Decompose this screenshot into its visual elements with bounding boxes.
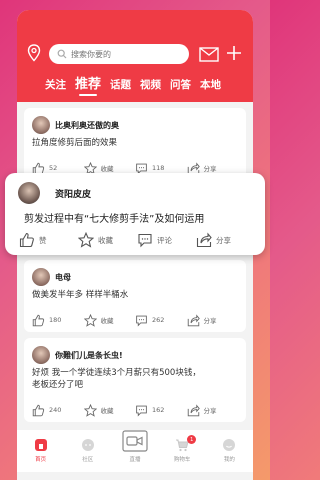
comment-count: 118 <box>152 164 165 172</box>
favorite-label: 收藏 <box>98 235 113 245</box>
share-label: 分享 <box>216 235 231 245</box>
avatar[interactable] <box>32 268 50 286</box>
post-text: 剪发过程中有“七大修剪手法”及如何运用 <box>24 214 205 225</box>
avatar[interactable] <box>18 182 40 204</box>
bottom-nav: 首页 社区 直播 1 购物车 我的 <box>17 430 253 472</box>
post-card[interactable]: 比奥利奥还傲的奥 拉角度修剪后面的效果 52 收藏 118 分享 <box>24 108 246 180</box>
tab-topic[interactable]: 话题 <box>110 77 131 96</box>
profile-icon <box>223 439 236 451</box>
like-button[interactable]: 赞 <box>19 231 78 249</box>
nav-profile-label: 我的 <box>223 457 235 463</box>
tab-recommend[interactable]: 推荐 <box>75 73 101 96</box>
post-text: 做美发半年多 样样半桶水 <box>32 290 129 300</box>
search-bar[interactable] <box>49 44 189 64</box>
thumbs-up-icon <box>19 232 34 248</box>
favorite-label: 收藏 <box>100 317 114 325</box>
share-button[interactable]: 分享 <box>196 231 255 249</box>
tab-follow[interactable]: 关注 <box>45 77 66 96</box>
nav-home[interactable]: 首页 <box>21 438 61 463</box>
nav-profile[interactable]: 我的 <box>209 438 249 463</box>
star-icon <box>83 403 97 417</box>
tab-local[interactable]: 本地 <box>200 77 221 96</box>
favorite-button[interactable]: 收藏 <box>83 402 136 418</box>
nav-community-label: 社区 <box>82 457 94 463</box>
share-icon <box>187 403 200 416</box>
mail-icon[interactable] <box>199 47 219 62</box>
tab-qa[interactable]: 问答 <box>170 77 191 96</box>
avatar[interactable] <box>32 116 50 134</box>
community-icon <box>81 439 94 451</box>
like-count: 52 <box>49 164 58 172</box>
search-icon <box>57 49 67 59</box>
live-camera-icon <box>122 430 148 452</box>
comment-icon <box>136 405 147 416</box>
post-card[interactable]: 你難们儿是条长虫! 好烦 我一个学徒连续3个月薪只有500块钱， 老板还分了吧 … <box>24 338 246 422</box>
home-icon <box>34 439 47 451</box>
post-actions: 赞 收藏 评论 分享 <box>19 231 255 249</box>
comment-button[interactable]: 评论 <box>137 231 196 249</box>
nav-community[interactable]: 社区 <box>68 438 108 463</box>
share-label: 分享 <box>203 407 217 415</box>
thumbs-up-icon <box>32 404 45 416</box>
post-card[interactable]: 电母 做美发半年多 样样半桶水 180 收藏 262 分享 <box>24 260 246 332</box>
share-icon <box>196 232 212 248</box>
star-icon <box>83 313 97 327</box>
post-username[interactable]: 比奥利奥还傲的奥 <box>55 120 119 131</box>
post-text: 拉角度修剪后面的效果 <box>32 138 118 148</box>
comment-icon <box>138 233 152 248</box>
favorite-button[interactable]: 收藏 <box>78 231 137 249</box>
share-label: 分享 <box>203 317 217 325</box>
thumbs-up-icon <box>32 314 45 326</box>
location-icon[interactable] <box>27 44 41 62</box>
comment-label: 评论 <box>157 235 172 245</box>
nav-live-label: 直播 <box>129 457 141 463</box>
like-count: 180 <box>49 316 62 324</box>
comment-button[interactable]: 262 <box>135 312 187 328</box>
post-actions: 240 收藏 162 分享 <box>32 402 238 418</box>
share-label: 分享 <box>203 165 217 173</box>
nav-cart-label: 购物车 <box>173 457 191 463</box>
avatar[interactable] <box>32 346 50 364</box>
post-username[interactable]: 电母 <box>55 272 71 283</box>
favorite-label: 收藏 <box>100 165 114 173</box>
star-icon <box>78 232 94 248</box>
nav-live[interactable]: 直播 <box>115 430 155 463</box>
featured-post-card[interactable]: 资阳皮皮 剪发过程中有“七大修剪手法”及如何运用 赞 收藏 评论 分享 <box>5 173 265 255</box>
post-text-line-2: 老板还分了吧 <box>32 380 84 390</box>
post-actions: 180 收藏 262 分享 <box>32 312 238 328</box>
tab-video[interactable]: 视频 <box>140 77 161 96</box>
comment-icon <box>136 315 147 326</box>
like-label: 赞 <box>39 235 47 245</box>
nav-cart[interactable]: 1 购物车 <box>162 435 202 463</box>
like-count: 240 <box>49 406 62 414</box>
app-header: 关注 推荐 话题 视频 问答 本地 <box>17 10 253 102</box>
nav-home-label: 首页 <box>35 457 47 463</box>
comment-count: 262 <box>152 316 165 324</box>
share-icon <box>187 313 200 326</box>
post-username[interactable]: 你難们儿是条长虫! <box>55 350 123 361</box>
like-button[interactable]: 180 <box>32 312 84 328</box>
post-username[interactable]: 资阳皮皮 <box>55 187 91 200</box>
comment-button[interactable]: 162 <box>135 402 187 418</box>
search-input[interactable] <box>71 49 181 59</box>
share-button[interactable]: 分享 <box>187 312 239 328</box>
share-button[interactable]: 分享 <box>187 402 239 418</box>
like-button[interactable]: 240 <box>32 402 84 418</box>
post-text-line-1: 好烦 我一个学徒连续3个月薪只有500块钱， <box>32 368 201 378</box>
cart-badge: 1 <box>187 435 197 444</box>
plus-icon[interactable] <box>226 45 242 61</box>
favorite-label: 收藏 <box>100 407 114 415</box>
category-tabs: 关注 推荐 话题 视频 问答 本地 <box>17 72 253 96</box>
favorite-button[interactable]: 收藏 <box>83 312 136 328</box>
comment-count: 162 <box>152 406 165 414</box>
